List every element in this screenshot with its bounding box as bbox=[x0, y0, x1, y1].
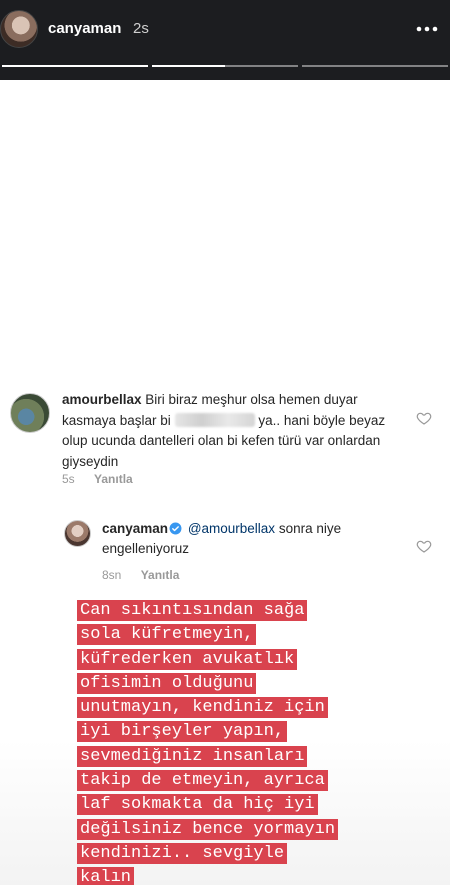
statement-line: kendinizi.. sevgiyle bbox=[77, 842, 407, 866]
avatar[interactable] bbox=[10, 393, 50, 433]
statement-line-text: iyi birşeyler yapın, bbox=[77, 721, 288, 743]
comment-username[interactable]: amourbellax bbox=[62, 392, 142, 407]
story-username[interactable]: canyaman bbox=[48, 20, 121, 37]
mention-link[interactable]: @amourbellax bbox=[188, 521, 275, 536]
statement-line-text: kalın bbox=[77, 867, 135, 885]
statement-line: kalın bbox=[77, 866, 407, 885]
heart-icon[interactable] bbox=[416, 410, 432, 426]
statement-line-text: kendinizi.. sevgiyle bbox=[77, 842, 288, 864]
reply-button[interactable]: Yanıtla bbox=[141, 568, 180, 582]
more-icon-glyph bbox=[416, 26, 438, 32]
statement-line: takip de etmeyin, ayrıca bbox=[77, 769, 407, 793]
statement-line: sevmediğiniz insanları bbox=[77, 745, 407, 769]
comment-timestamp: 8sn bbox=[102, 568, 122, 582]
statement-line: Can sıkıntısından sağa bbox=[77, 599, 407, 623]
statement-line-text: takip de etmeyin, ayrıca bbox=[77, 770, 328, 792]
statement-line-text: laf sokmakta da hiç iyi bbox=[77, 794, 318, 816]
progress-segment bbox=[152, 65, 298, 67]
comment-timestamp: 5s bbox=[62, 472, 75, 486]
story-timestamp: 2s bbox=[133, 20, 149, 37]
comment-text: amourbellax Biri biraz meşhur olsa hemen… bbox=[62, 390, 392, 472]
comment-username[interactable]: canyaman bbox=[102, 521, 168, 536]
statement-line: unutmayın, kendiniz için bbox=[77, 696, 407, 720]
progress-fill bbox=[2, 65, 148, 67]
comment-meta: 5s Yanıtla bbox=[62, 472, 149, 486]
statement-line: sola küfretmeyin, bbox=[77, 623, 407, 647]
story-progress bbox=[2, 65, 448, 68]
redacted-text bbox=[174, 412, 255, 427]
statement-line-text: unutmayın, kendiniz için bbox=[77, 697, 328, 719]
heart-icon[interactable] bbox=[416, 538, 432, 554]
avatar[interactable] bbox=[64, 520, 91, 547]
story-text-overlay: Can sıkıntısından sağa sola küfretmeyin,… bbox=[77, 599, 407, 885]
progress-segment bbox=[2, 65, 148, 67]
statement-line-text: sevmediğiniz insanları bbox=[77, 745, 308, 767]
comment-meta: 8sn Yanıtla bbox=[102, 568, 195, 582]
avatar[interactable] bbox=[0, 10, 38, 48]
progress-segment bbox=[302, 65, 448, 67]
statement-line: laf sokmakta da hiç iyi bbox=[77, 793, 407, 817]
more-icon[interactable] bbox=[412, 14, 442, 44]
statement-line-text: küfrederken avukatlık bbox=[77, 648, 298, 670]
statement-line: küfrederken avukatlık bbox=[77, 648, 407, 672]
statement-line-text: sola küfretmeyin, bbox=[77, 624, 257, 646]
statement-line-text: değilsiniz bence yormayın bbox=[77, 818, 339, 840]
statement-line-text: Can sıkıntısından sağa bbox=[77, 600, 308, 621]
progress-fill bbox=[152, 65, 225, 67]
verified-badge-icon bbox=[169, 522, 182, 535]
reply-button[interactable]: Yanıtla bbox=[94, 472, 133, 486]
statement-line: iyi birşeyler yapın, bbox=[77, 720, 407, 744]
statement-line-text: ofisimin olduğunu bbox=[77, 672, 257, 694]
statement-line: değilsiniz bence yormayın bbox=[77, 818, 407, 842]
story-header: canyaman 2s bbox=[0, 0, 450, 80]
statement-line: ofisimin olduğunu bbox=[77, 672, 407, 696]
comment-text: canyaman @amourbellax sonra niye engelle… bbox=[102, 519, 402, 559]
